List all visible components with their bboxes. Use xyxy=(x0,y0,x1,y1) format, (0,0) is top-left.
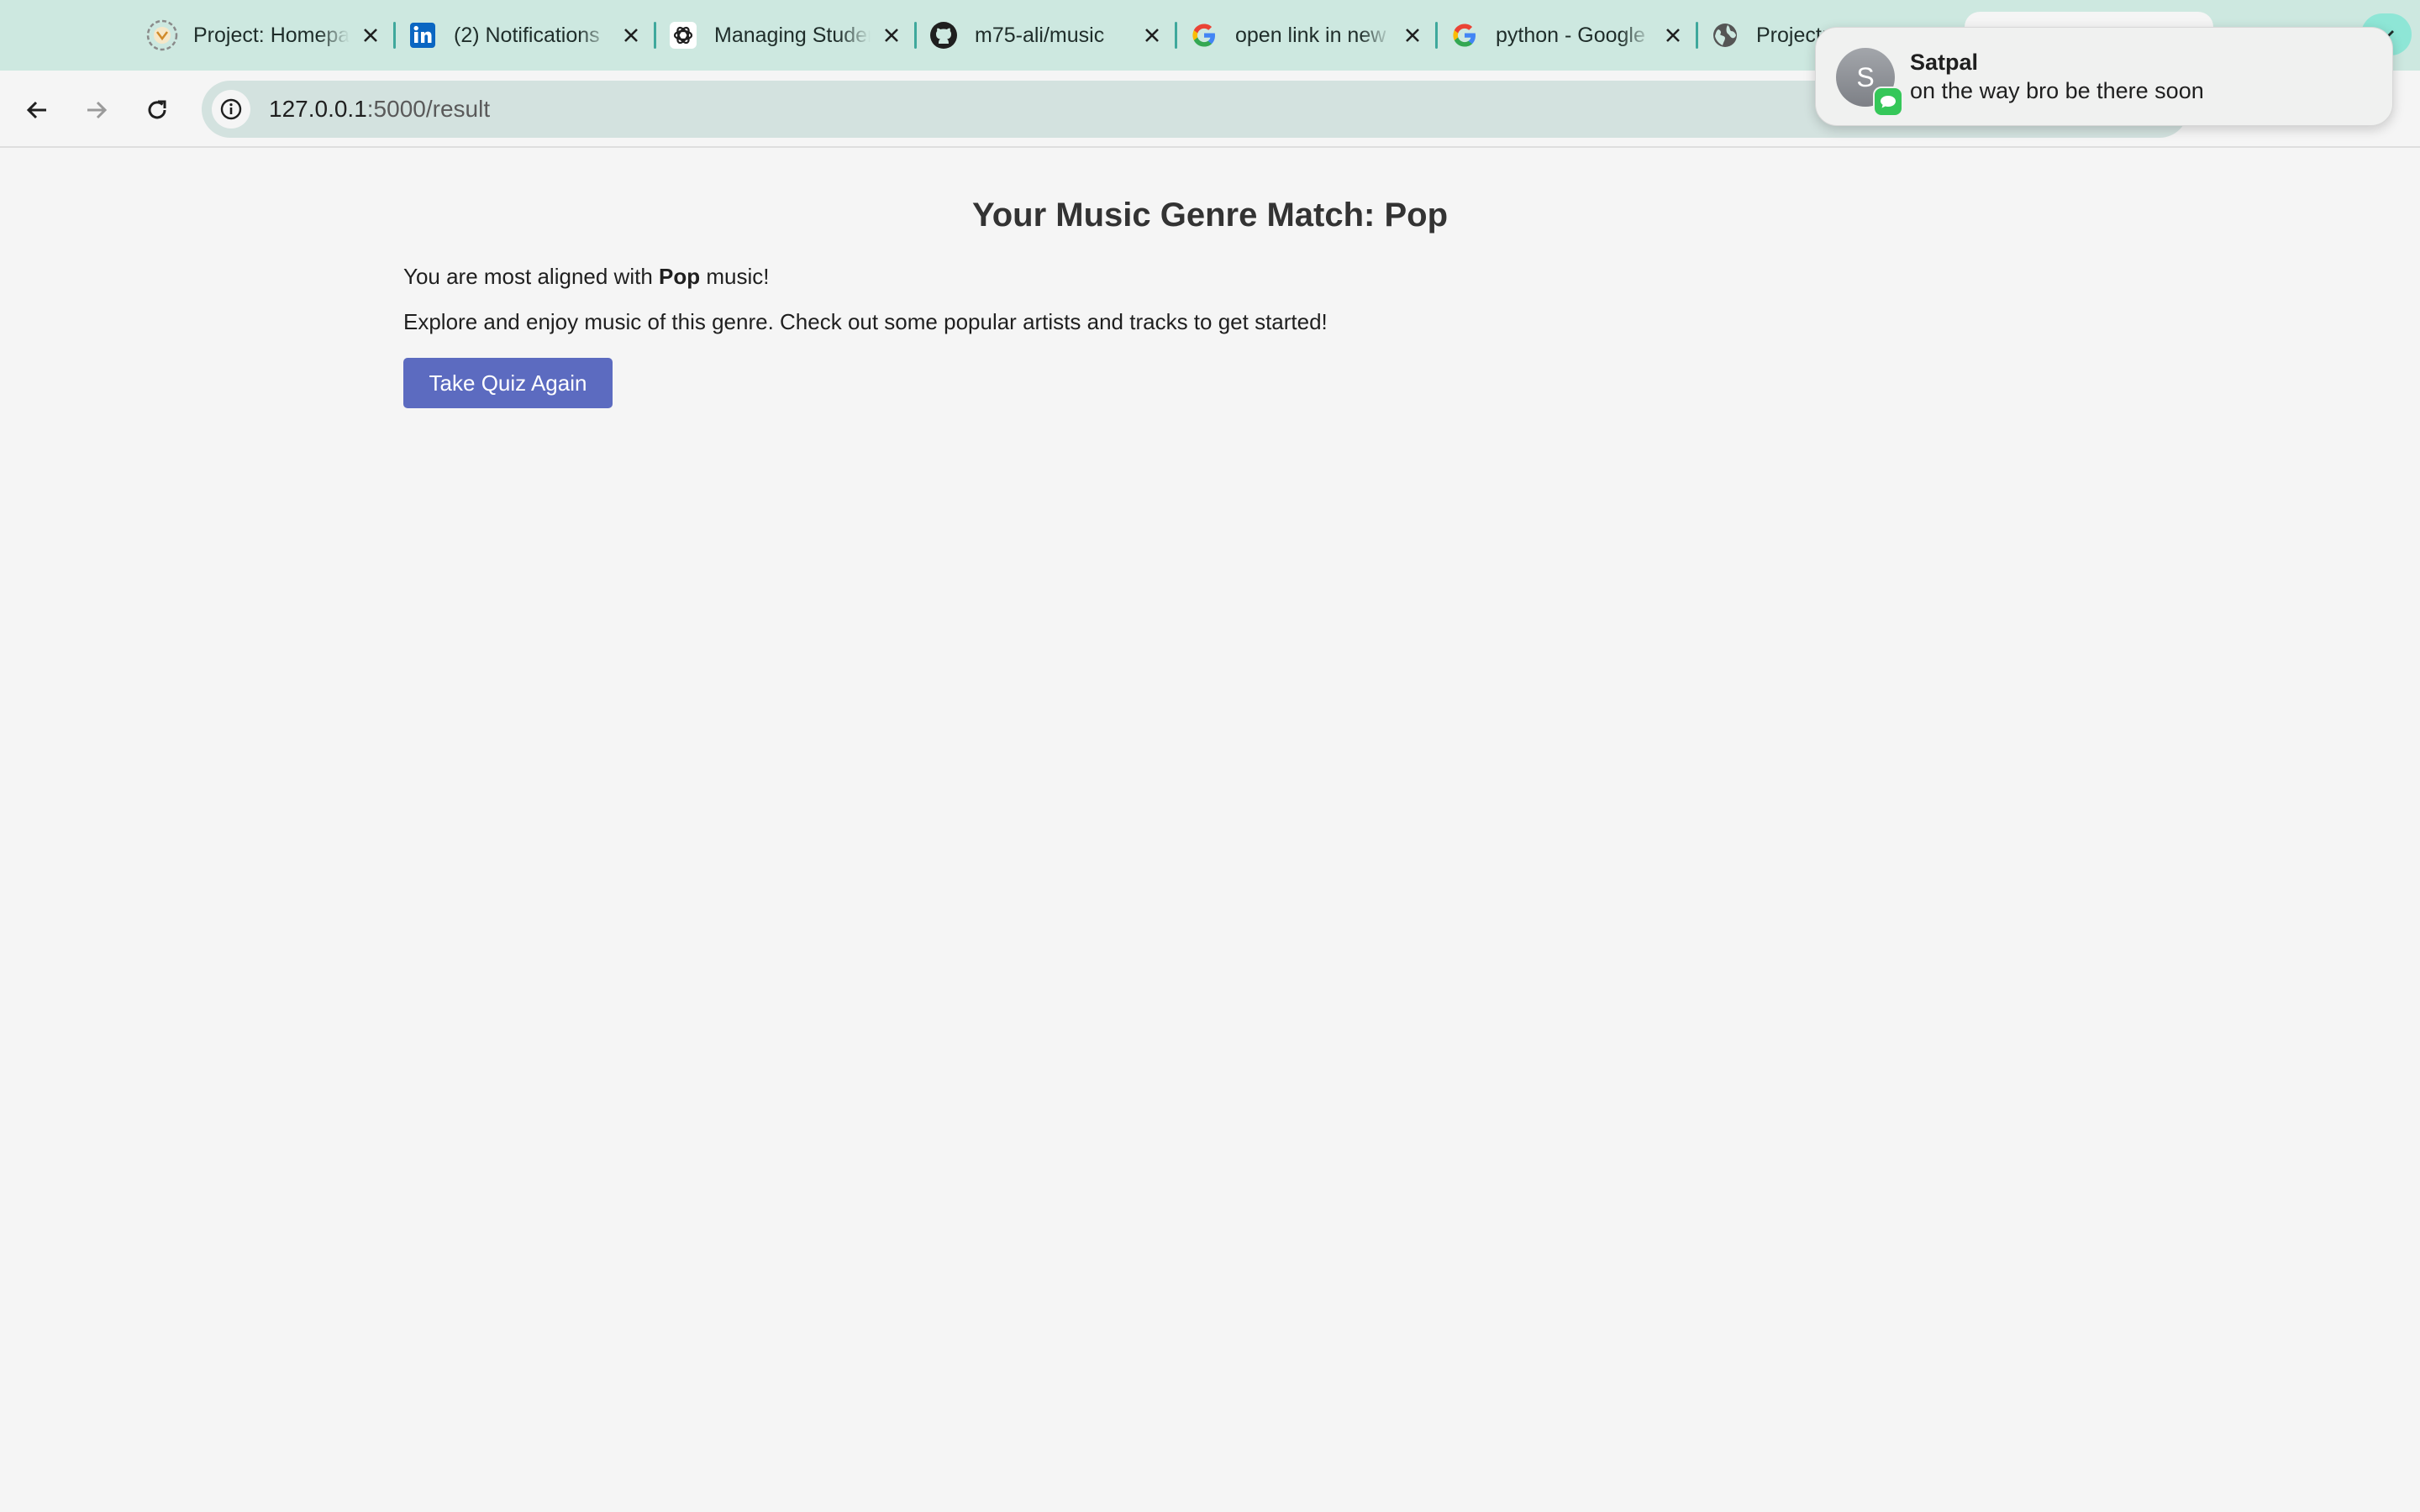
take-quiz-again-button[interactable]: Take Quiz Again xyxy=(403,358,613,408)
github-icon xyxy=(928,19,960,51)
message-notification[interactable]: S Satpal on the way bro be there soon xyxy=(1815,27,2393,126)
close-icon[interactable] xyxy=(618,23,644,48)
project-favicon-icon xyxy=(146,19,178,51)
tab-project-homepage[interactable]: Project: Homepage xyxy=(134,7,395,64)
tab-managing-student[interactable]: Managing Student xyxy=(655,7,916,64)
arrow-left-icon xyxy=(26,101,46,119)
page-title: Your Music Genre Match: Pop xyxy=(972,197,1448,234)
forward-button[interactable] xyxy=(76,89,118,131)
tab-title: m75-ali/music xyxy=(975,23,1105,47)
alignment-prefix: You are most aligned with xyxy=(403,264,660,289)
page-content: Your Music Genre Match: Pop You are most… xyxy=(0,150,2420,1512)
close-icon[interactable] xyxy=(1400,23,1425,48)
close-icon[interactable] xyxy=(1139,23,1165,48)
info-icon xyxy=(220,98,242,120)
openai-icon xyxy=(667,19,699,51)
url-host: 127.0.0.1 xyxy=(269,96,367,122)
tab-google-open-link[interactable]: open link in new xyxy=(1176,7,1437,64)
tab-title: Project: Homepage xyxy=(193,23,350,47)
tab-title: open link in new xyxy=(1235,23,1386,47)
google-icon xyxy=(1449,19,1481,51)
tab-title: Managing Student xyxy=(714,23,871,47)
google-icon xyxy=(1188,19,1220,51)
notification-sender: Satpal xyxy=(1910,50,1979,75)
reload-icon xyxy=(148,100,166,119)
url-text[interactable]: 127.0.0.1:5000/result xyxy=(269,96,490,123)
close-icon[interactable] xyxy=(1660,23,1686,48)
arrow-right-icon xyxy=(87,101,108,119)
genre-name: Pop xyxy=(659,264,701,289)
globe-icon xyxy=(1709,19,1741,51)
close-icon[interactable] xyxy=(879,23,904,48)
messages-icon xyxy=(1873,87,1903,117)
notification-message: on the way bro be there soon xyxy=(1910,78,2204,103)
tab-github-music[interactable]: m75-ali/music xyxy=(916,7,1176,64)
tab-title: (2) Notifications xyxy=(454,23,600,47)
linkedin-icon xyxy=(407,19,439,51)
alignment-text: You are most aligned with Pop music! xyxy=(403,264,769,290)
back-button[interactable] xyxy=(16,89,58,131)
reload-button[interactable] xyxy=(136,89,178,131)
tab-google-python[interactable]: python - Google xyxy=(1437,7,1697,64)
explore-text: Explore and enjoy music of this genre. C… xyxy=(403,309,1328,334)
alignment-suffix: music! xyxy=(700,264,770,289)
url-path: :5000/result xyxy=(366,96,491,122)
tab-linkedin-notifications[interactable]: (2) Notifications xyxy=(395,7,655,64)
site-info-button[interactable] xyxy=(212,90,250,129)
close-icon[interactable] xyxy=(358,23,383,48)
tab-title: python - Google xyxy=(1496,23,1645,47)
